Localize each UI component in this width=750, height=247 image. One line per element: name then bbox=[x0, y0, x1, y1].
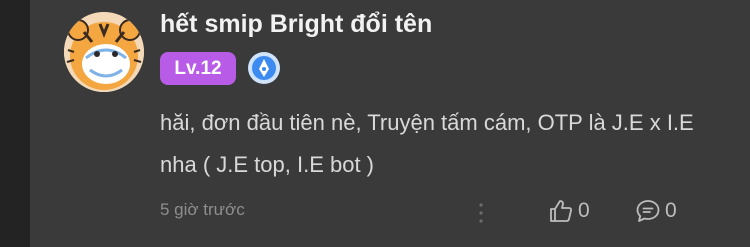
reply-count: 0 bbox=[665, 199, 677, 222]
blue-pen-badge-icon bbox=[248, 52, 280, 84]
comment-card: hết smip Bright đổi tên Lv.12 hăi, đơn đ… bbox=[30, 0, 750, 247]
like-count: 0 bbox=[578, 199, 590, 222]
speech-bubble-icon bbox=[636, 200, 660, 222]
user-avatar[interactable] bbox=[64, 12, 144, 92]
username[interactable]: hết smip Bright đổi tên bbox=[160, 10, 432, 39]
tiger-avatar-icon bbox=[64, 12, 144, 92]
comment-text: hăi, đơn đầu tiên nè, Truyện tấm cám, OT… bbox=[160, 110, 694, 177]
thumbs-up-icon bbox=[550, 200, 572, 222]
level-badge: Lv.12 bbox=[160, 52, 236, 85]
comment-timestamp: 5 giờ trước bbox=[160, 200, 245, 219]
like-button[interactable]: 0 bbox=[548, 196, 590, 226]
reply-button[interactable]: 0 bbox=[635, 196, 677, 226]
vertical-dots-icon[interactable] bbox=[476, 200, 486, 226]
